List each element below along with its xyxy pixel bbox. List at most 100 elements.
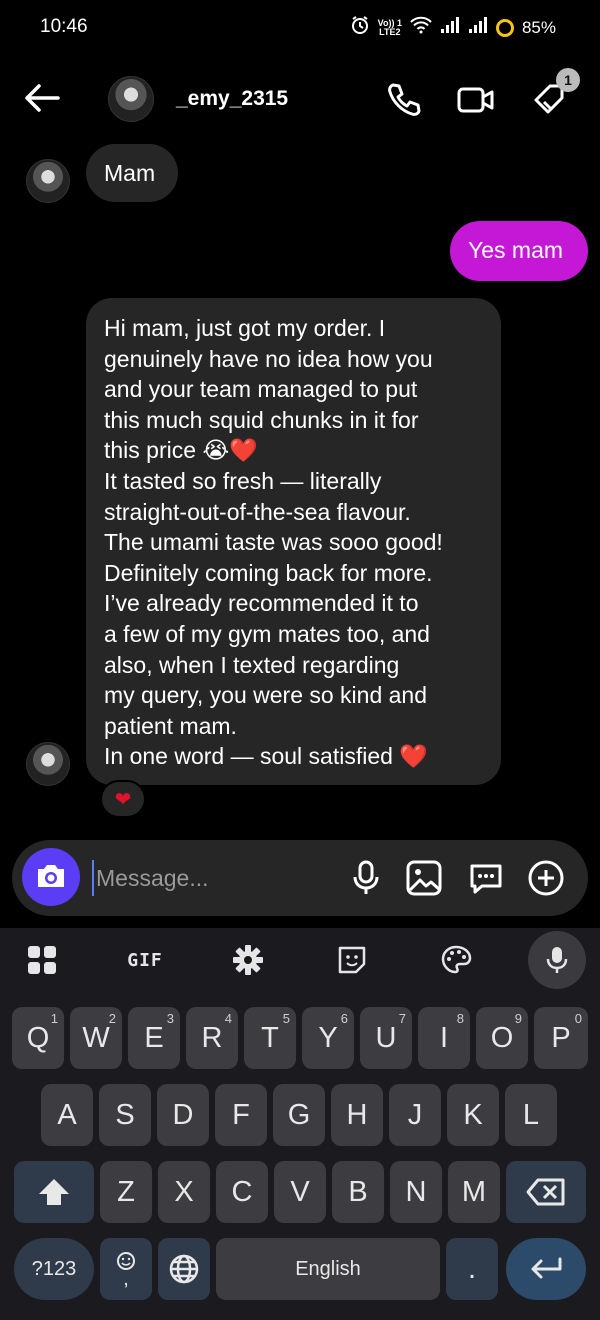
key-s[interactable]: S: [99, 1084, 151, 1146]
backspace-key[interactable]: [506, 1161, 586, 1223]
shift-arrow-icon: [39, 1179, 69, 1205]
voice-message-button[interactable]: [346, 858, 386, 898]
microphone-icon: [546, 947, 568, 973]
camera-icon: [38, 865, 64, 887]
video-call-button[interactable]: [456, 80, 496, 120]
period-key[interactable]: .: [446, 1238, 498, 1300]
settings-button[interactable]: [228, 940, 268, 980]
shift-key[interactable]: [14, 1161, 94, 1223]
key-h[interactable]: H: [331, 1084, 383, 1146]
key-e[interactable]: E3: [128, 1007, 180, 1069]
key-p[interactable]: P0: [534, 1007, 588, 1069]
video-camera-icon: [457, 87, 494, 113]
key-alt-label: 4: [224, 1011, 232, 1026]
key-u[interactable]: U7: [360, 1007, 412, 1069]
theme-button[interactable]: [436, 940, 476, 980]
message-bubble-incoming[interactable]: Hi mam, just got my order. I genuinely h…: [86, 298, 501, 785]
more-actions-button[interactable]: [526, 858, 566, 898]
key-x[interactable]: X: [158, 1161, 210, 1223]
grid-icon: [28, 946, 56, 974]
key-label: W: [82, 1021, 110, 1054]
key-alt-label: 0: [574, 1011, 582, 1026]
key-label: U: [375, 1021, 397, 1054]
key-alt-label: 1: [50, 1011, 58, 1026]
key-q[interactable]: Q1: [12, 1007, 64, 1069]
username[interactable]: _emy_2315: [176, 87, 288, 111]
key-j[interactable]: J: [389, 1084, 441, 1146]
status-icons: Vo)) 1 LTE2 85%: [350, 15, 556, 40]
voice-call-button[interactable]: [384, 80, 424, 120]
sticker-chat-button[interactable]: [466, 858, 506, 898]
key-label: P: [551, 1021, 571, 1054]
key-k[interactable]: K: [447, 1084, 499, 1146]
key-v[interactable]: V: [274, 1161, 326, 1223]
palette-icon: [441, 945, 472, 974]
battery-icon: [495, 18, 514, 37]
space-bar[interactable]: English: [216, 1238, 440, 1300]
key-l[interactable]: L: [505, 1084, 557, 1146]
language-key[interactable]: [158, 1238, 210, 1300]
heart-reaction[interactable]: ❤: [100, 780, 146, 818]
message-composer: [12, 840, 588, 916]
key-f[interactable]: F: [215, 1084, 267, 1146]
message-bubble-outgoing[interactable]: Yes mam: [450, 221, 588, 281]
key-label: Q: [26, 1021, 50, 1054]
microphone-icon: [353, 860, 379, 894]
symbols-key[interactable]: ?123: [14, 1238, 94, 1300]
key-d[interactable]: D: [157, 1084, 209, 1146]
gif-button[interactable]: GIF: [120, 940, 170, 980]
key-w[interactable]: W2: [70, 1007, 122, 1069]
avatar[interactable]: [108, 76, 154, 122]
status-time: 10:46: [40, 16, 88, 37]
status-bar: 10:46 Vo)) 1 LTE2 85%: [0, 0, 600, 56]
plus-circle-icon: [528, 860, 564, 896]
comma-label: ,: [123, 1268, 129, 1290]
key-y[interactable]: Y6: [302, 1007, 354, 1069]
key-r[interactable]: R4: [186, 1007, 238, 1069]
message-bubble-incoming[interactable]: Mam: [86, 144, 178, 202]
back-button[interactable]: [22, 80, 62, 116]
chat-header: _emy_2315: [0, 60, 600, 140]
avatar: [26, 742, 70, 786]
signal-icon-2: [468, 16, 488, 39]
key-b[interactable]: B: [332, 1161, 384, 1223]
back-arrow-icon: [25, 84, 60, 112]
key-g[interactable]: G: [273, 1084, 325, 1146]
avatar: [26, 159, 70, 203]
emoji-comma-key[interactable]: ,: [100, 1238, 152, 1300]
notification-badge: 1: [556, 68, 580, 92]
key-label: O: [490, 1021, 514, 1054]
key-label: R: [201, 1021, 223, 1054]
signal-icon-1: [440, 16, 460, 39]
keyboard: GIF Q1 W2 E3 R4 T5 Y6 U7 I8 O9 P0 A S D …: [0, 928, 600, 1320]
enter-key[interactable]: [506, 1238, 586, 1300]
chat-bubble-icon: [470, 864, 502, 894]
key-c[interactable]: C: [216, 1161, 268, 1223]
key-o[interactable]: O9: [476, 1007, 528, 1069]
sticker-icon: [338, 946, 366, 974]
sticker-button[interactable]: [332, 940, 372, 980]
wifi-icon: [410, 16, 432, 39]
battery-percent: 85%: [521, 17, 556, 37]
key-z[interactable]: Z: [100, 1161, 152, 1223]
globe-icon: [169, 1254, 199, 1284]
message-input[interactable]: [92, 860, 332, 896]
apps-grid-button[interactable]: [22, 940, 62, 980]
key-label: E: [144, 1021, 164, 1054]
key-i[interactable]: I8: [418, 1007, 470, 1069]
key-a[interactable]: A: [41, 1084, 93, 1146]
gallery-button[interactable]: [404, 858, 444, 898]
key-alt-label: 3: [166, 1011, 174, 1026]
voice-typing-button[interactable]: [528, 931, 586, 989]
key-alt-label: 6: [340, 1011, 348, 1026]
backspace-icon: [526, 1178, 565, 1206]
key-label: Y: [318, 1021, 338, 1054]
key-alt-label: 5: [282, 1011, 290, 1026]
key-label: I: [439, 1021, 449, 1054]
key-m[interactable]: M: [448, 1161, 500, 1223]
image-icon: [406, 860, 442, 896]
key-n[interactable]: N: [390, 1161, 442, 1223]
key-t[interactable]: T5: [244, 1007, 296, 1069]
camera-button[interactable]: [22, 848, 80, 906]
phone-icon: [388, 83, 421, 116]
